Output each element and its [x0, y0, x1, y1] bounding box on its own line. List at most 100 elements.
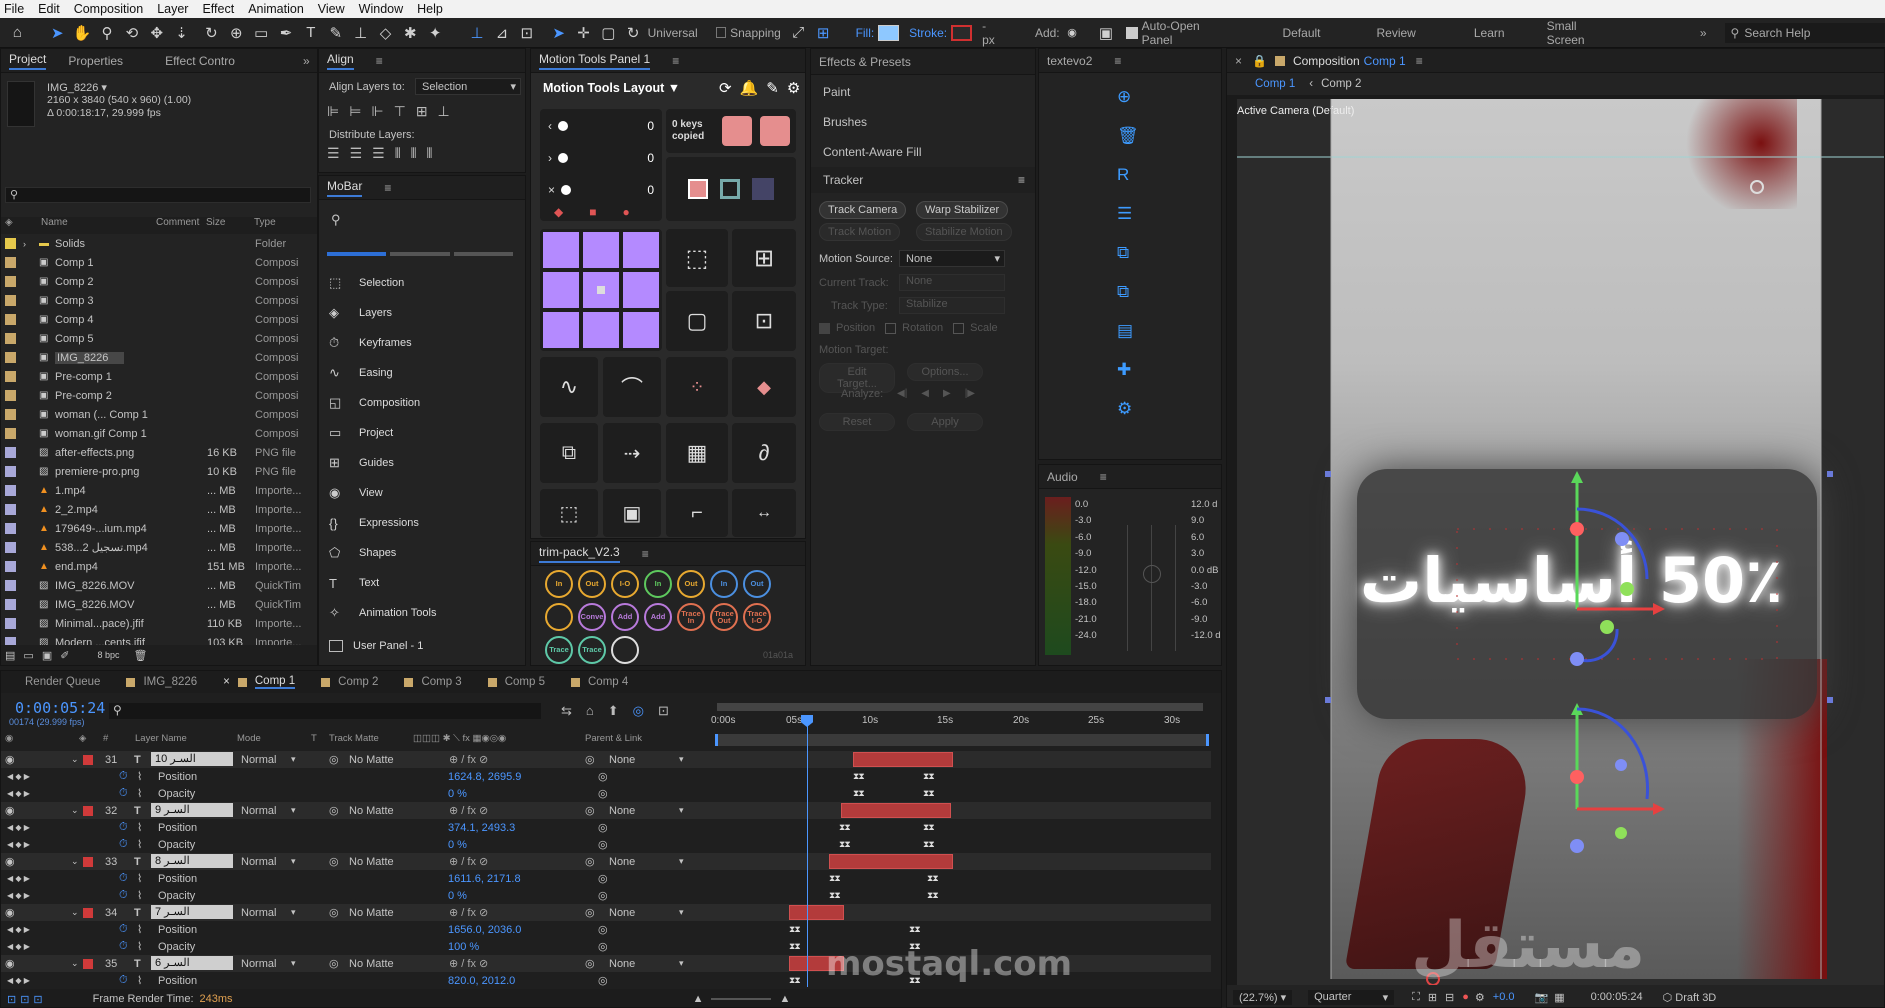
snapshot-icon[interactable]: 📷	[1535, 991, 1549, 1004]
menu-help[interactable]: Help	[417, 2, 443, 16]
eye-icon[interactable]: ◉	[5, 753, 15, 766]
layer-switches[interactable]: ⊕ / fx ⊘	[449, 906, 488, 919]
mobar-item-selection[interactable]: ⬚ Selection	[329, 268, 515, 298]
timeline-tab[interactable]: Render Queue	[25, 676, 100, 688]
bounds-button[interactable]: ▢	[666, 291, 728, 351]
trash-icon[interactable]: 🗑	[133, 649, 147, 662]
mobar-item-text[interactable]: T Text	[329, 568, 515, 598]
crop-button[interactable]: ⬚	[540, 489, 598, 537]
audio-menu-icon[interactable]: ≡	[1100, 470, 1107, 484]
mobar-user-panel[interactable]: User Panel - 1	[329, 636, 423, 656]
opacity-property-row[interactable]: ◀ ◆ ▶ ⏱ ⌇ Opacity 0 % ◎	[1, 785, 713, 802]
menu-window[interactable]: Window	[359, 2, 403, 16]
orbit-tool-icon[interactable]: ⟲	[122, 23, 141, 43]
trim-button[interactable]: Trace	[545, 636, 573, 664]
trim-button[interactable]: In	[545, 570, 573, 598]
opacity-value[interactable]: 100 %	[448, 941, 479, 953]
pickwhip-icon[interactable]: ◎	[585, 855, 595, 868]
bell-icon[interactable]: 🔔	[740, 79, 759, 97]
work-area-bar[interactable]	[717, 703, 1203, 711]
draft-3d-icon[interactable]: ⌂	[586, 703, 594, 719]
puppet-pin-icon[interactable]: ✦	[426, 23, 445, 43]
gear-icon[interactable]: ⚙	[1117, 399, 1139, 419]
label-swatch[interactable]	[5, 580, 16, 591]
project-item[interactable]: ▣ Comp 2 Composi	[1, 272, 311, 291]
show-snapshot-icon[interactable]: ▦	[1554, 991, 1564, 1004]
analyze-forward-all-icon[interactable]: |▶	[965, 388, 975, 399]
toggle-panel-icon[interactable]: ▣	[1097, 23, 1116, 43]
new-folder-icon[interactable]: ▭	[23, 649, 33, 662]
keyframe-nav-icon[interactable]: ◀ ◆ ▶	[7, 942, 30, 951]
align-bottom-icon[interactable]: ⊥	[438, 103, 450, 120]
distribute-left-icon[interactable]: ⫴	[395, 145, 401, 162]
tracker-title[interactable]: Tracker	[823, 173, 863, 187]
trim-button[interactable]: In	[644, 570, 672, 598]
trash-icon[interactable]: 🗑	[1117, 126, 1139, 146]
keyframe-nav-icon[interactable]: ◀ ◆ ▶	[7, 976, 30, 985]
subtab-comp-2[interactable]: Comp 2	[1321, 78, 1361, 90]
trim-button[interactable]: Trace In	[677, 603, 705, 631]
keyframe-marker[interactable]: ⧗⧗	[789, 924, 801, 935]
pan-behind-tool-icon[interactable]: ⊕	[227, 23, 246, 43]
position-property-row[interactable]: ◀ ◆ ▶ ⏱ ⌇ Position 1624.8, 2695.9 ◎	[1, 768, 713, 785]
distribute-vcenter-icon[interactable]: ☰	[350, 145, 363, 162]
label-swatch[interactable]	[5, 504, 16, 515]
chevron-right-icon[interactable]: ›	[23, 239, 26, 249]
project-item[interactable]: ▣ Comp 3 Composi	[1, 291, 311, 310]
timeline-tab[interactable]: Comp 3	[404, 676, 462, 688]
keyframe-nav-icon[interactable]: ◀ ◆ ▶	[7, 840, 30, 849]
layer-switches[interactable]: ⊕ / fx ⊘	[449, 855, 488, 868]
fill-swatch[interactable]	[878, 24, 900, 41]
expression-icon[interactable]: ◎	[598, 787, 608, 800]
mobar-item-shapes[interactable]: ⬠ Shapes	[329, 538, 515, 568]
layer-switches[interactable]: ⊕ / fx ⊘	[449, 804, 488, 817]
keyframe-nav-icon[interactable]: ◀ ◆ ▶	[7, 925, 30, 934]
collapse-chevron-icon[interactable]: ⌄	[71, 805, 79, 816]
effects-presets-title[interactable]: Effects & Presets	[819, 55, 911, 69]
duplicate-icon[interactable]: ⧉	[1117, 282, 1139, 302]
shy-icon[interactable]: ⬆	[608, 703, 619, 719]
analyze-back-icon[interactable]: ◀	[921, 388, 929, 399]
new-comp-icon[interactable]: ▣	[42, 649, 52, 662]
matte-link-icon[interactable]: ◎	[329, 906, 339, 919]
scale-checkbox[interactable]	[953, 322, 965, 334]
project-item[interactable]: ▣ Pre-comp 2 Composi	[1, 386, 311, 405]
label-swatch[interactable]	[5, 447, 16, 458]
pen-tool-icon[interactable]: ✒	[277, 23, 296, 43]
label-swatch[interactable]	[5, 485, 16, 496]
label-swatch[interactable]	[5, 276, 16, 287]
fill-color-button[interactable]	[688, 179, 708, 199]
tab-audio[interactable]: Audio	[1047, 470, 1078, 484]
layer-parent[interactable]: None	[609, 754, 635, 766]
layer-parent[interactable]: None	[609, 856, 635, 868]
mobar-item-animation-tools[interactable]: ✧ Animation Tools	[329, 598, 515, 628]
offset-button[interactable]: ⇢	[603, 423, 661, 483]
effects-item-paint[interactable]: Paint	[823, 85, 850, 99]
trim-button[interactable]: I-O	[611, 570, 639, 598]
expression-icon[interactable]: ◎	[598, 770, 608, 783]
composition-name[interactable]: Comp 1	[1364, 54, 1406, 68]
shapes-icon[interactable]: ⧉	[1117, 243, 1139, 263]
distribute-right-icon[interactable]: ⫴	[426, 145, 432, 162]
collapse-chevron-icon[interactable]: ⌄	[71, 754, 79, 765]
keyframe-marker[interactable]: ⧗⧗	[839, 839, 851, 850]
warp-stabilizer-button[interactable]: Warp Stabilizer	[916, 201, 1009, 219]
expression-icon[interactable]: ◎	[598, 974, 608, 987]
position-value[interactable]: 1611.6, 2171.8	[448, 873, 521, 885]
tab-motion-tools[interactable]: Motion Tools Panel 1	[539, 52, 651, 70]
label-swatch[interactable]	[5, 428, 16, 439]
mobar-item-view[interactable]: ◉ View	[329, 478, 515, 508]
current-track-select[interactable]: None	[899, 274, 1005, 291]
menu-edit[interactable]: Edit	[38, 2, 60, 16]
keyframe-marker[interactable]: ⧗⧗	[909, 924, 921, 935]
align-hcenter-icon[interactable]: ⊨	[349, 103, 361, 120]
distribute-top-icon[interactable]: ☰	[327, 145, 340, 162]
diamond-icon[interactable]: ◆	[554, 205, 563, 219]
collapse-chevron-icon[interactable]: ⌄	[71, 856, 79, 867]
align-anchor-button[interactable]: ⬚	[666, 229, 728, 287]
workspaces-overflow[interactable]: »	[1700, 26, 1707, 40]
keyframe-marker[interactable]: ⧗⧗	[923, 839, 935, 850]
pickwhip-icon[interactable]: ◎	[585, 753, 595, 766]
position-value[interactable]: 1656.0, 2036.0	[448, 924, 521, 936]
tab-align[interactable]: Align	[327, 52, 354, 70]
